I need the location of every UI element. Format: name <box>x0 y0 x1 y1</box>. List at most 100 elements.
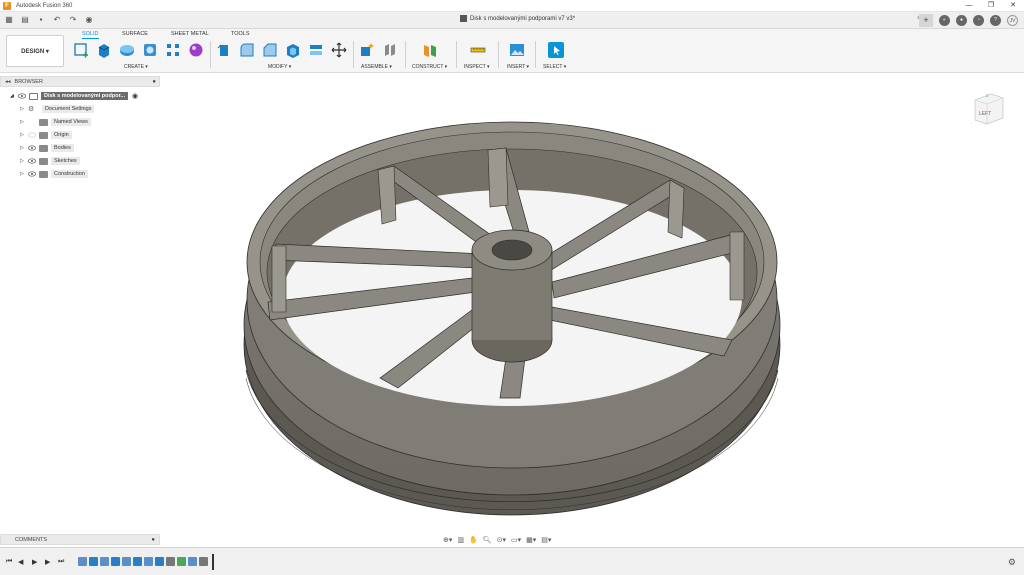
construct-menu[interactable]: CONSTRUCT ▾ <box>412 64 447 70</box>
joint-icon[interactable] <box>382 42 398 58</box>
viewcube-widget[interactable]: LEFT Z Y <box>971 88 1007 128</box>
fillet-icon[interactable] <box>239 42 255 58</box>
measure-icon[interactable] <box>470 42 486 58</box>
save-icon[interactable]: ▪ <box>36 15 46 25</box>
orbit-icon[interactable]: ⊕▾ <box>443 536 452 544</box>
redo-icon[interactable]: ↷ <box>68 15 78 25</box>
visibility-eye-icon[interactable] <box>28 158 36 164</box>
job-status-icon[interactable]: ◉ <box>84 15 94 25</box>
step-back-icon[interactable]: ◀ <box>18 558 23 566</box>
tab-solid[interactable]: SOLID <box>82 31 99 39</box>
go-to-start-icon[interactable]: ⏮ <box>6 558 12 566</box>
create-menu[interactable]: CREATE ▾ <box>124 64 148 70</box>
user-avatar[interactable]: JV <box>1007 15 1018 26</box>
pin-icon[interactable]: ● <box>151 537 155 543</box>
visibility-eye-icon[interactable] <box>28 171 36 177</box>
browser-item-named-views[interactable]: ▷ Named Views <box>20 117 91 127</box>
tab-sheet-metal[interactable]: SHEET METAL <box>171 31 209 37</box>
job-status-icon[interactable]: ● <box>956 15 967 26</box>
timeline-feature-sketch[interactable] <box>100 557 109 566</box>
select-menu[interactable]: SELECT ▾ <box>543 64 566 70</box>
expand-triangle-icon[interactable]: ▷ <box>20 132 25 138</box>
insert-menu[interactable]: INSERT ▾ <box>507 64 529 70</box>
activate-radio-icon[interactable]: ◉ <box>132 92 138 100</box>
assemble-menu[interactable]: ASSEMBLE ▾ <box>361 64 392 70</box>
shell-icon[interactable] <box>285 42 301 58</box>
select-icon[interactable] <box>548 42 564 58</box>
grid-settings-icon[interactable]: ▦▾ <box>526 536 536 544</box>
move-icon[interactable] <box>331 42 347 58</box>
go-to-end-icon[interactable]: ⏭ <box>58 558 64 566</box>
timeline-feature-revolve[interactable] <box>133 557 142 566</box>
comments-panel[interactable]: COMMENTS ● <box>0 534 160 545</box>
timeline-feature-sketch[interactable] <box>78 557 87 566</box>
fit-icon[interactable]: ⊙▾ <box>497 536 506 544</box>
timeline-feature-extrude[interactable] <box>89 557 98 566</box>
browser-title: BROWSER <box>14 78 43 85</box>
play-icon[interactable]: ▶ <box>32 558 37 566</box>
timeline-feature-sketch[interactable] <box>144 557 153 566</box>
insert-image-icon[interactable] <box>509 42 525 58</box>
restore-button[interactable]: ❐ <box>980 0 1002 12</box>
timeline-feature-move[interactable] <box>166 557 175 566</box>
extrude-icon[interactable] <box>96 42 112 58</box>
timeline-marker[interactable] <box>212 554 214 570</box>
zoom-icon[interactable]: 🔍︎ <box>483 536 492 544</box>
help-icon[interactable]: ? <box>990 15 1001 26</box>
display-settings-icon[interactable]: ▭▾ <box>511 536 521 544</box>
expand-triangle-icon[interactable]: ▷ <box>20 171 25 177</box>
modify-menu[interactable]: MODIFY ▾ <box>268 64 291 70</box>
expand-triangle-icon[interactable]: ▷ <box>20 145 25 151</box>
tab-surface[interactable]: SURFACE <box>122 31 148 37</box>
rectangular-pattern-icon[interactable] <box>165 42 181 58</box>
expand-triangle-icon[interactable]: ▷ <box>20 158 25 164</box>
revolve-icon[interactable] <box>119 42 135 58</box>
browser-root[interactable]: ◢ Disk s modelovanými podpor... ◉ <box>10 91 138 101</box>
browser-header[interactable]: ◂◂ BROWSER ● <box>0 76 160 87</box>
pan-icon[interactable]: ✋ <box>469 536 478 544</box>
expand-triangle-icon[interactable]: ▷ <box>20 106 25 112</box>
expand-triangle-icon[interactable]: ▷ <box>20 119 25 125</box>
file-menu-icon[interactable]: ▤ <box>20 15 30 25</box>
look-at-icon[interactable]: ▥ <box>457 536 464 544</box>
visibility-eye-icon[interactable] <box>28 145 36 151</box>
hidden-eye-icon[interactable] <box>28 132 36 138</box>
extensions-icon[interactable]: ◐ <box>939 15 950 26</box>
browser-item-document-settings[interactable]: ▷ ⚙ Document Settings <box>20 104 95 114</box>
timeline-feature-sketch[interactable] <box>122 557 131 566</box>
timeline-settings-gear-icon[interactable]: ⚙ <box>1008 557 1016 568</box>
timeline-feature-extrude[interactable] <box>155 557 164 566</box>
viewports-icon[interactable]: ▤▾ <box>541 536 551 544</box>
step-forward-icon[interactable]: ▶ <box>45 558 50 566</box>
document-tab[interactable]: Disk s modelovanými podporami v7 v3* <box>460 15 575 22</box>
browser-item-bodies[interactable]: ▷ Bodies <box>20 143 74 153</box>
new-tab-button[interactable]: + <box>919 14 933 27</box>
minimize-button[interactable]: — <box>958 0 980 12</box>
offset-plane-icon[interactable] <box>422 42 438 58</box>
timeline-feature-move[interactable] <box>199 557 208 566</box>
combine-icon[interactable] <box>308 42 324 58</box>
grid-menu-icon[interactable]: ▦ <box>4 15 14 25</box>
browser-item-construction[interactable]: ▷ Construction <box>20 169 88 179</box>
tab-tools[interactable]: TOOLS <box>231 31 250 37</box>
press-pull-icon[interactable] <box>216 42 232 58</box>
browser-item-origin[interactable]: ▷ Origin <box>20 130 72 140</box>
close-button[interactable]: ✕ <box>1002 0 1024 12</box>
timeline-feature-plane[interactable] <box>177 557 186 566</box>
create-sketch-icon[interactable] <box>73 42 89 58</box>
visibility-eye-icon[interactable] <box>18 93 26 99</box>
undo-icon[interactable]: ↶ <box>52 15 62 25</box>
chamfer-icon[interactable] <box>262 42 278 58</box>
new-component-icon[interactable] <box>359 42 375 58</box>
collapse-triangle-icon[interactable]: ◢ <box>10 93 15 99</box>
workspace-switcher[interactable]: DESIGN ▾ <box>6 35 64 67</box>
notifications-icon[interactable]: ◔ <box>973 15 984 26</box>
timeline-feature-extrude[interactable] <box>111 557 120 566</box>
collapse-arrows-icon[interactable]: ◂◂ <box>5 79 11 85</box>
inspect-menu[interactable]: INSPECT ▾ <box>464 64 489 70</box>
timeline-feature-sketch[interactable] <box>188 557 197 566</box>
form-icon[interactable] <box>188 42 204 58</box>
sweep-icon[interactable] <box>142 42 158 58</box>
browser-item-sketches[interactable]: ▷ Sketches <box>20 156 80 166</box>
pin-icon[interactable]: ● <box>152 79 156 85</box>
